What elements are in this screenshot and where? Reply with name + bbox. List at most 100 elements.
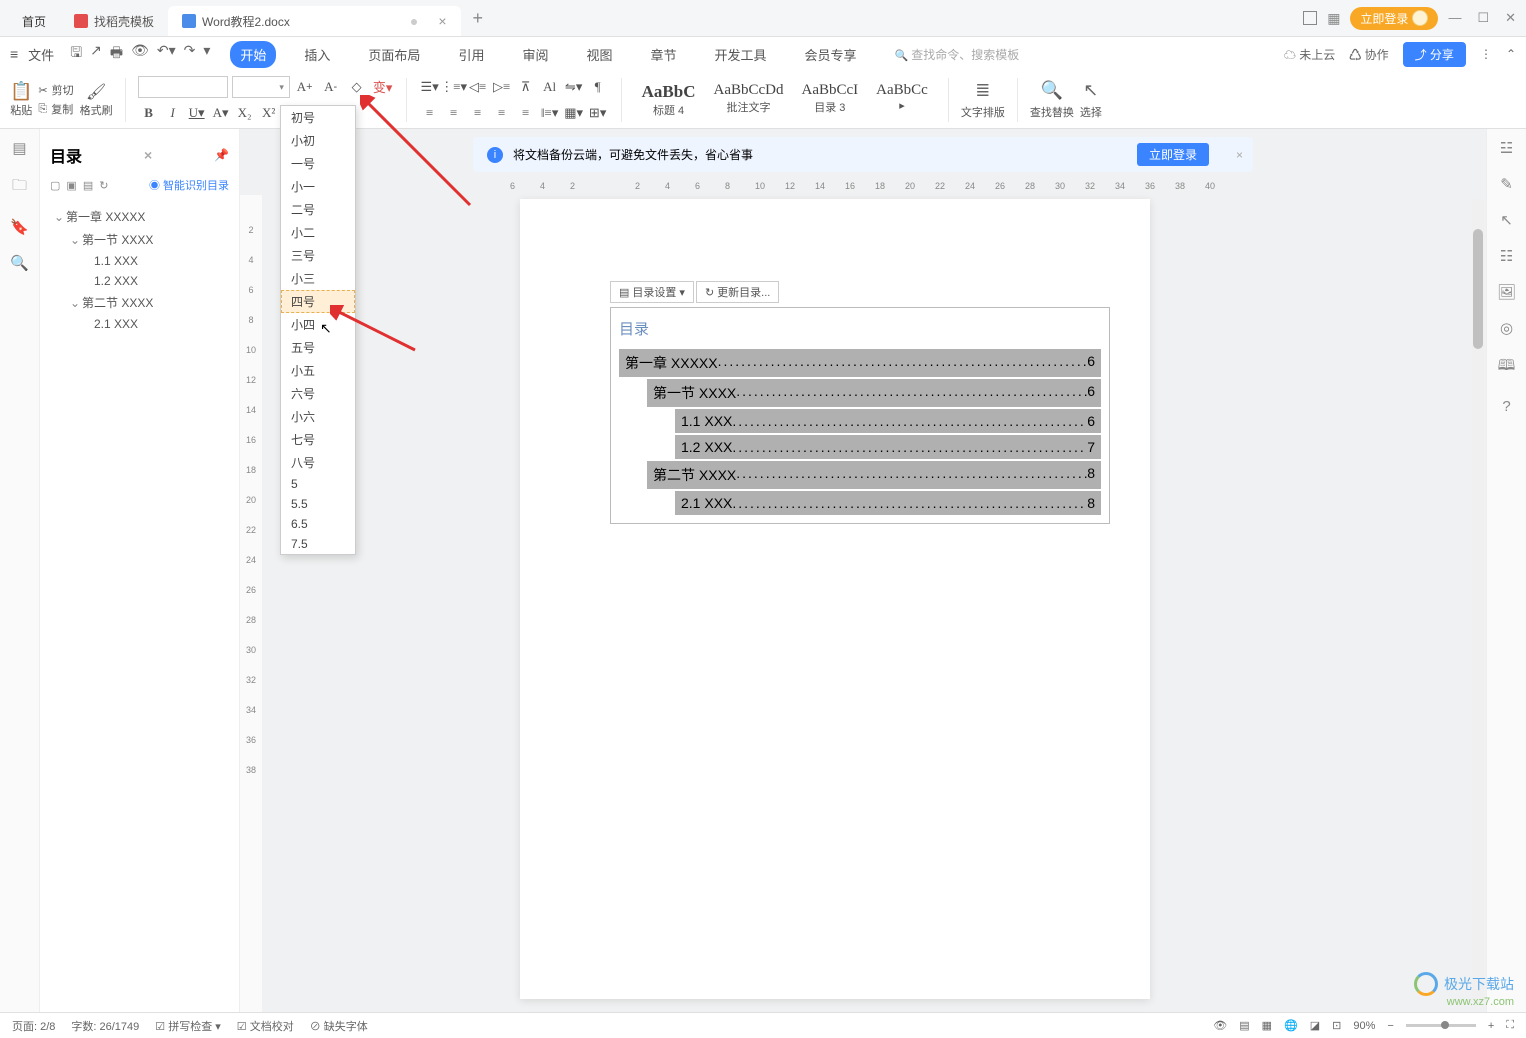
tree-item[interactable]: ⌄第一节 XXXX [46,228,233,251]
redo-icon[interactable]: ↷ [184,42,196,66]
command-search[interactable]: 查找命令、搜索模板 [895,46,1020,63]
app-menu-icon[interactable]: ≡ [10,46,18,62]
style-comment[interactable]: AaBbCcDd批注文字 [706,80,792,120]
increase-indent-icon[interactable]: ▷≡ [491,76,513,98]
collapse-ribbon-icon[interactable]: ⌃ [1506,47,1516,61]
size-item[interactable]: 三号 [281,244,355,267]
view-mode-4[interactable]: ◪ [1310,1019,1320,1032]
document-tab[interactable]: Word教程2.docx ● × [168,6,460,36]
spell-check[interactable]: ☑ 拼写检查 ▾ [155,1018,221,1034]
showmarks-icon[interactable]: ¶ [587,76,609,98]
copy-button[interactable]: ⎘ 复制 [38,101,73,117]
toc-entry[interactable]: 第二节 XXXX................................… [647,461,1101,489]
subscript-button[interactable]: X₂ [234,102,256,124]
zoom-plus[interactable]: + [1488,1020,1494,1032]
rail-tool-5[interactable]: 🖼 [1497,283,1516,301]
size-item[interactable]: 二号 [281,198,355,221]
menu-tab-vip[interactable]: 会员专享 [795,41,867,68]
file-menu[interactable]: 文件 [28,45,54,64]
banner-login-button[interactable]: 立即登录 [1137,143,1209,166]
more-icon[interactable]: ▾ [203,42,210,66]
tree-item[interactable]: ⌄第二节 XXXX [46,291,233,314]
rail-tool-6[interactable]: ◎ [1500,319,1513,337]
style-heading4[interactable]: AaBbC标题 4 [634,80,704,120]
toc-entry[interactable]: 第一节 XXXX................................… [647,379,1101,407]
para-icon[interactable]: ⇋▾ [563,76,585,98]
shading-icon[interactable]: ▦▾ [563,102,585,124]
tree-item[interactable]: 1.1 XXX [46,251,233,271]
save-icon[interactable]: 🖫 [70,42,82,66]
menu-tab-reference[interactable]: 引用 [448,41,494,68]
view-mode-3[interactable]: 🌐 [1284,1019,1298,1032]
size-item[interactable]: 一号 [281,152,355,175]
tree-item[interactable]: ⌄第一章 XXXXX [46,205,233,228]
view-mode-1[interactable]: ▤ [1239,1019,1249,1032]
tab-icon[interactable]: Al [539,76,561,98]
menu-tab-insert[interactable]: 插入 [294,41,340,68]
maximize-button[interactable]: ☐ [1477,10,1489,26]
login-pill[interactable]: 立即登录 [1350,7,1438,30]
layout-icon-1[interactable] [1303,11,1317,25]
doc-compare[interactable]: ☑ 文档校对 [237,1018,294,1034]
template-tab[interactable]: 找稻壳模板 [60,6,168,36]
vertical-scrollbar[interactable] [1472,199,1484,1002]
smart-recognize-toc[interactable]: 智能识别目录 [149,177,229,193]
zoom-minus[interactable]: − [1387,1020,1393,1032]
layout-icon-2[interactable]: ▦ [1327,10,1340,27]
vertical-ruler[interactable]: 2468101214161820222426283032343638 [240,195,262,1012]
print-icon[interactable]: 🖶 [110,42,123,66]
size-item[interactable]: 小三 [281,267,355,290]
rail-help-icon[interactable]: ? [1502,398,1510,415]
tab-close-icon[interactable]: × [438,13,446,29]
menu-tab-review[interactable]: 审阅 [512,41,558,68]
menu-tab-layout[interactable]: 页面布局 [358,41,430,68]
size-item[interactable]: 小初 [281,129,355,152]
underline-button[interactable]: U▾ [186,102,208,124]
size-item[interactable]: 6.5 [281,514,355,534]
fullscreen-icon[interactable]: ⛶ [1506,1019,1514,1032]
zoom-level[interactable]: 90% [1353,1020,1375,1032]
size-item[interactable]: 小五 [281,359,355,382]
select-button[interactable]: ↖选择 [1080,80,1102,120]
sort-icon[interactable]: ⊼ [515,76,537,98]
style-more[interactable]: AaBbCc▸ [868,80,936,120]
view-mode-2[interactable]: ▦ [1262,1019,1272,1032]
bold-button[interactable]: B [138,102,160,124]
font-family-input[interactable] [138,76,228,98]
tree-item[interactable]: 2.1 XXX [46,314,233,334]
toc-container[interactable]: 目录 第一章 XXXXX............................… [610,307,1110,524]
line-spacing-icon[interactable]: ‖≡▾ [539,102,561,124]
document-page[interactable]: ▤ 目录设置 ▾ ↻ 更新目录... 目录 第一章 XXXXX.........… [520,199,1150,999]
collab-button[interactable]: ♺ 协作 [1349,46,1388,63]
increase-font-icon[interactable]: A+ [294,76,316,98]
toc-entry[interactable]: 1.1 XXX.................................… [675,409,1101,433]
scroll-thumb[interactable] [1473,229,1483,349]
saveas-icon[interactable]: ↗ [90,42,102,66]
menu-tab-start[interactable]: 开始 [230,41,276,68]
home-tab[interactable]: 首页 [8,6,60,36]
menu-tab-view[interactable]: 视图 [576,41,622,68]
decrease-font-icon[interactable]: A- [320,76,342,98]
justify-icon[interactable]: ≡ [491,102,513,124]
outline-tool-2[interactable]: ▣ [66,179,76,192]
strike-button[interactable]: A▾ [210,102,232,124]
size-item[interactable]: 六号 [281,382,355,405]
distribute-icon[interactable]: ≡ [515,102,537,124]
eye-icon[interactable]: 👁 [1213,1019,1227,1032]
outline-rail-icon[interactable]: ▤ [12,139,26,157]
minimize-button[interactable]: — [1448,10,1461,26]
zoom-slider[interactable] [1406,1024,1476,1027]
close-window-button[interactable]: ✕ [1505,10,1516,26]
tab-close-icon[interactable]: ● [410,13,418,29]
format-painter-button[interactable]: 🖌 格式刷 [80,82,113,118]
size-item[interactable]: 小二 [281,221,355,244]
outline-tool-4[interactable]: ↻ [99,179,108,192]
missing-font[interactable]: ⊘ 缺失字体 [310,1018,368,1034]
toc-settings-button[interactable]: ▤ 目录设置 ▾ [610,281,694,303]
style-toc3[interactable]: AaBbCcI目录 3 [794,80,867,120]
word-count[interactable]: 字数: 26/1749 [71,1018,139,1034]
search-rail-icon[interactable]: 🔍 [10,254,29,272]
font-size-dropdown-trigger[interactable]: ▾ [275,77,289,97]
outline-tool-3[interactable]: ▤ [83,179,93,192]
rail-tool-2[interactable]: ✎ [1500,175,1513,193]
